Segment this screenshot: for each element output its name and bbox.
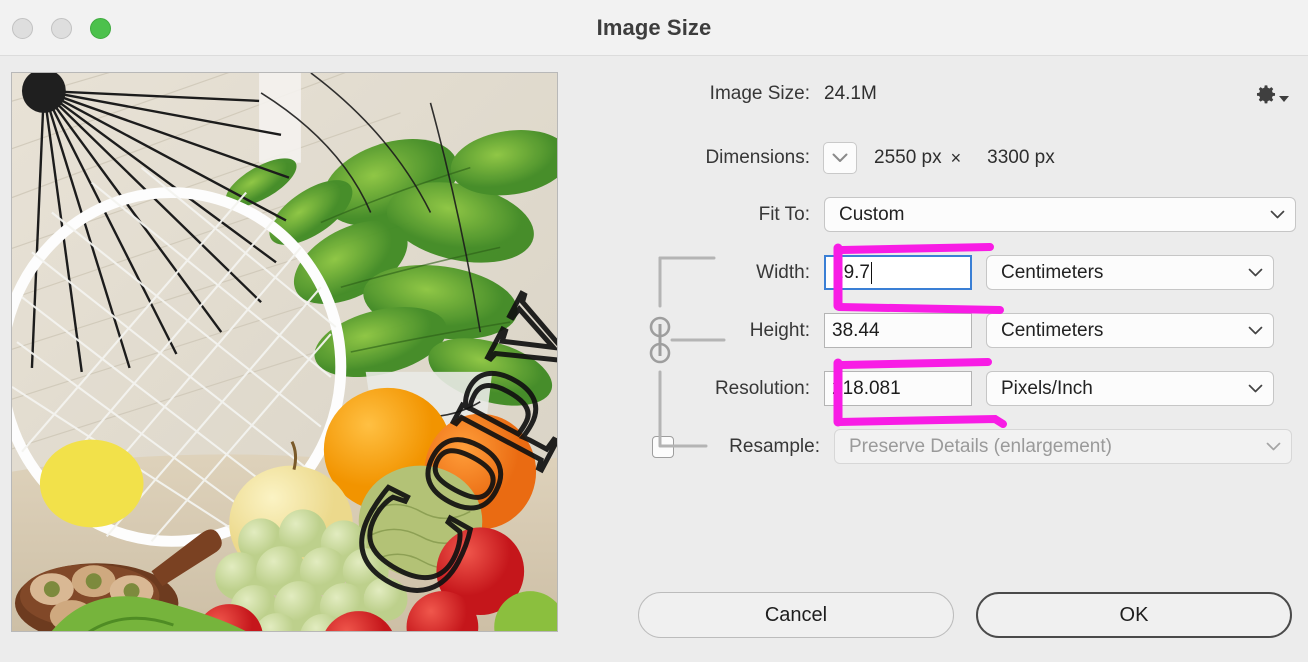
preview-artwork: Copy [12,73,557,631]
resolution-unit-select[interactable]: Pixels/Inch [986,371,1274,406]
chevron-down-icon [1266,442,1281,451]
zoom-button[interactable] [90,18,111,39]
resample-method-value: Preserve Details (enlargement) [849,435,1112,457]
resolution-value: 218.081 [832,377,901,399]
fit-to-row: Fit To: Custom [580,197,1308,232]
height-unit-value: Centimeters [1001,319,1104,341]
width-value: 29.7 [833,261,870,283]
fit-to-select[interactable]: Custom [824,197,1296,232]
traffic-lights [12,18,111,39]
width-unit-value: Centimeters [1001,261,1104,283]
fit-to-label: Fit To: [758,203,810,225]
dimensions-row: Dimensions: 2550 px × 3300 px [580,142,1308,174]
chevron-down-icon [1248,326,1263,335]
width-label: Width: [756,261,810,283]
dimensions-label: Dimensions: [705,147,810,168]
page-title: Image Size [596,14,712,40]
chevron-down-icon [1248,384,1263,393]
resolution-row: Resolution: 218.081 Pixels/Inch [580,371,1308,406]
width-row: Width: 29.7 Centimeters [580,255,1308,290]
height-value: 38.44 [832,319,880,341]
height-input[interactable]: 38.44 [824,313,972,348]
gear-icon[interactable] [1250,81,1294,109]
text-cursor [870,261,873,284]
dimensions-height-value: 3300 px [987,147,1055,168]
chevron-down-icon [832,153,848,162]
width-input[interactable]: 29.7 [824,255,972,290]
cancel-button[interactable]: Cancel [638,592,954,638]
resolution-input[interactable]: 218.081 [824,371,972,406]
resample-checkbox[interactable] [652,435,674,458]
height-row: Height: 38.44 Centimeters [580,313,1308,348]
width-unit-select[interactable]: Centimeters [986,255,1274,290]
dimensions-separator: × [950,147,962,168]
dialog-body: Copy Image Size: 24.1M Dimensions: 2550 … [0,56,1308,662]
height-label: Height: [749,319,810,341]
close-button[interactable] [12,18,33,39]
settings-panel: Image Size: 24.1M Dimensions: 2550 px × … [580,56,1308,662]
minimize-button[interactable] [51,18,72,39]
resample-row: Resample: Preserve Details (enlargement) [580,429,1308,464]
chevron-down-icon [1270,210,1285,219]
chevron-down-icon [1248,268,1263,277]
resample-method-select[interactable]: Preserve Details (enlargement) [834,429,1292,464]
resample-label: Resample: [729,435,820,457]
window-titlebar: Image Size [0,0,1308,56]
ok-button[interactable]: OK [976,592,1292,638]
dimensions-width-value: 2550 px [874,147,942,168]
chevron-down-icon [1279,95,1289,102]
height-unit-select[interactable]: Centimeters [986,313,1274,348]
image-size-label: Image Size: [709,83,810,104]
image-size-row: Image Size: 24.1M [580,83,1308,105]
dimensions-disclosure-button[interactable] [823,142,857,174]
resolution-unit-value: Pixels/Inch [1001,377,1093,399]
image-size-value: 24.1M [824,83,877,104]
fit-to-value: Custom [839,203,905,225]
resolution-label: Resolution: [714,377,810,399]
image-preview[interactable]: Copy [11,72,558,632]
dialog-actions: Cancel OK [580,592,1308,638]
image-size-dialog: Image Size Copy Image Size: 24.1M Dimens… [0,0,1308,662]
